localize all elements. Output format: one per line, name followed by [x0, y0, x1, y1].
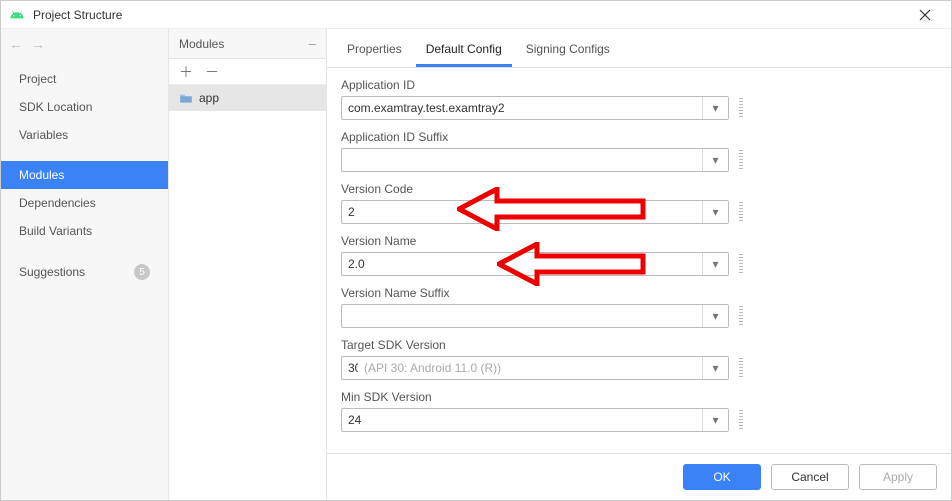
hint-target-sdk: (API 30: Android 11.0 (R)) [364, 361, 702, 375]
add-module-button[interactable]: ＋ [179, 65, 193, 79]
close-button[interactable] [907, 2, 943, 28]
caret-icon[interactable]: ▾ [702, 149, 728, 171]
label-version-code: Version Code [341, 182, 937, 196]
input-application-id-suffix[interactable] [342, 149, 702, 171]
button-label: Cancel [791, 470, 828, 484]
remove-module-button[interactable]: － [205, 65, 219, 79]
label-application-id-suffix: Application ID Suffix [341, 130, 937, 144]
sidebar-item-build-variants[interactable]: Build Variants [1, 217, 168, 245]
back-arrow-icon[interactable]: ← [9, 36, 23, 52]
tab-label: Properties [347, 42, 402, 56]
sidebar-item-dependencies[interactable]: Dependencies [1, 189, 168, 217]
sidebar-item-label: Suggestions [19, 265, 85, 279]
titlebar: Project Structure [1, 1, 951, 29]
tab-label: Default Config [426, 42, 502, 56]
sidebar-item-label: Project [19, 72, 56, 86]
combo-version-code[interactable]: ▾ [341, 200, 729, 224]
tab-properties[interactable]: Properties [337, 34, 412, 67]
combo-version-name-suffix[interactable]: ▾ [341, 304, 729, 328]
combo-version-name[interactable]: ▾ [341, 252, 729, 276]
collapse-icon[interactable]: — [309, 37, 316, 51]
sidebar-item-label: Build Variants [19, 224, 92, 238]
form-scroll[interactable]: Application ID ▾ Application ID Suffix [327, 67, 951, 454]
module-item-label: app [199, 91, 219, 105]
sidebar: ← → Project SDK Location Variables Modul… [1, 29, 169, 500]
tabs: Properties Default Config Signing Config… [327, 29, 951, 67]
sidebar-item-label: Modules [19, 168, 64, 182]
drag-handle-icon[interactable] [739, 358, 743, 378]
sidebar-item-project[interactable]: Project [1, 65, 168, 93]
sidebar-item-suggestions[interactable]: Suggestions 5 [1, 257, 168, 287]
label-min-sdk: Min SDK Version [341, 390, 937, 404]
sidebar-item-label: SDK Location [19, 100, 92, 114]
input-version-name-suffix[interactable] [342, 305, 702, 327]
folder-icon [179, 92, 193, 104]
close-icon [919, 9, 931, 21]
modules-column: Modules — ＋ － app [169, 29, 327, 500]
apply-button[interactable]: Apply [859, 464, 937, 490]
button-label: Apply [883, 470, 913, 484]
field-version-code: Version Code ▾ [341, 182, 937, 224]
sidebar-nav: ← → [1, 29, 168, 59]
label-version-name: Version Name [341, 234, 937, 248]
caret-icon[interactable]: ▾ [702, 409, 728, 431]
caret-icon[interactable]: ▾ [702, 253, 728, 275]
field-version-name: Version Name ▾ [341, 234, 937, 276]
sidebar-item-modules[interactable]: Modules [1, 161, 168, 189]
caret-icon[interactable]: ▾ [702, 305, 728, 327]
tab-signing-configs[interactable]: Signing Configs [516, 34, 620, 67]
field-application-id-suffix: Application ID Suffix ▾ [341, 130, 937, 172]
suggestions-badge: 5 [134, 264, 150, 280]
modules-header: Modules — [169, 29, 326, 59]
project-structure-window: Project Structure ← → Project SDK Locati… [0, 0, 952, 501]
combo-application-id[interactable]: ▾ [341, 96, 729, 120]
field-application-id: Application ID ▾ [341, 78, 937, 120]
caret-icon[interactable]: ▾ [702, 201, 728, 223]
label-target-sdk: Target SDK Version [341, 338, 937, 352]
modules-header-label: Modules [179, 37, 224, 51]
field-target-sdk: Target SDK Version (API 30: Android 11.0… [341, 338, 937, 380]
tab-default-config[interactable]: Default Config [416, 34, 512, 67]
combo-application-id-suffix[interactable]: ▾ [341, 148, 729, 172]
button-label: OK [713, 470, 730, 484]
drag-handle-icon[interactable] [739, 410, 743, 430]
label-application-id: Application ID [341, 78, 937, 92]
dialog-footer: OK Cancel Apply [327, 454, 951, 500]
label-version-name-suffix: Version Name Suffix [341, 286, 937, 300]
caret-icon[interactable]: ▾ [702, 357, 728, 379]
window-title: Project Structure [33, 8, 907, 22]
combo-min-sdk[interactable]: ▾ [341, 408, 729, 432]
field-version-name-suffix: Version Name Suffix ▾ [341, 286, 937, 328]
drag-handle-icon[interactable] [739, 306, 743, 326]
android-icon [9, 7, 25, 23]
tab-label: Signing Configs [526, 42, 610, 56]
drag-handle-icon[interactable] [739, 150, 743, 170]
combo-target-sdk[interactable]: (API 30: Android 11.0 (R)) ▾ [341, 356, 729, 380]
field-min-sdk: Min SDK Version ▾ [341, 390, 937, 432]
main-panel: Properties Default Config Signing Config… [327, 29, 951, 500]
drag-handle-icon[interactable] [739, 202, 743, 222]
sidebar-menu: Project SDK Location Variables Modules D… [1, 59, 168, 293]
modules-toolbar: ＋ － [169, 59, 326, 85]
caret-icon[interactable]: ▾ [702, 97, 728, 119]
sidebar-item-variables[interactable]: Variables [1, 121, 168, 149]
input-min-sdk[interactable] [342, 409, 702, 431]
sidebar-item-label: Variables [19, 128, 68, 142]
sidebar-item-label: Dependencies [19, 196, 96, 210]
input-version-code[interactable] [342, 201, 702, 223]
cancel-button[interactable]: Cancel [771, 464, 849, 490]
input-target-sdk[interactable] [342, 357, 364, 379]
module-item-app[interactable]: app [169, 85, 326, 111]
sidebar-item-sdk-location[interactable]: SDK Location [1, 93, 168, 121]
input-version-name[interactable] [342, 253, 702, 275]
forward-arrow-icon[interactable]: → [31, 36, 45, 52]
drag-handle-icon[interactable] [739, 254, 743, 274]
body: ← → Project SDK Location Variables Modul… [1, 29, 951, 500]
input-application-id[interactable] [342, 97, 702, 119]
ok-button[interactable]: OK [683, 464, 761, 490]
drag-handle-icon[interactable] [739, 98, 743, 118]
